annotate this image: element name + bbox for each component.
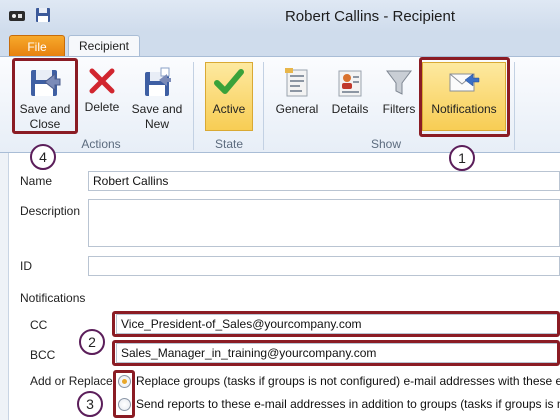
details-icon	[338, 70, 362, 97]
callout-3: 3	[77, 391, 103, 417]
title-bar: Robert Callins - Recipient	[0, 0, 560, 32]
save-and-new-button[interactable]: Save and New	[128, 66, 186, 132]
save-new-icon	[145, 67, 171, 96]
group-label-show: Show	[370, 137, 402, 151]
filters-button[interactable]: Filters	[377, 66, 421, 117]
highlight-save-close	[12, 58, 78, 134]
left-panel-edge	[0, 153, 9, 420]
ribbon-separator	[193, 62, 194, 150]
id-field[interactable]	[88, 256, 560, 276]
active-button-content[interactable]: Active	[205, 66, 253, 117]
highlight-radios	[113, 370, 135, 418]
name-field[interactable]: Robert Callins	[88, 171, 560, 191]
window-title: Robert Callins - Recipient	[284, 8, 456, 25]
general-label: General	[275, 102, 319, 116]
app-icon[interactable]	[9, 9, 25, 23]
highlight-notifications	[419, 57, 510, 137]
highlight-cc	[112, 311, 560, 337]
bcc-label: BCC	[30, 348, 56, 362]
save-new-label-1: Save and	[131, 102, 183, 116]
notifications-section-label: Notifications	[20, 291, 86, 305]
general-icon	[285, 68, 308, 97]
ribbon-separator	[514, 62, 515, 150]
general-button[interactable]: General	[270, 66, 324, 117]
details-button[interactable]: Details	[328, 66, 372, 117]
filter-funnel-icon	[386, 70, 412, 95]
group-label-actions: Actions	[81, 137, 121, 151]
delete-x-icon	[89, 68, 115, 94]
save-new-label-2: New	[144, 117, 169, 131]
highlight-bcc	[112, 340, 560, 366]
details-label: Details	[331, 102, 369, 116]
cc-label: CC	[30, 318, 48, 332]
name-label: Name	[20, 174, 53, 188]
ribbon-separator	[263, 62, 264, 150]
quick-save-icon[interactable]	[35, 7, 51, 23]
filters-label: Filters	[382, 102, 416, 116]
delete-label: Delete	[84, 100, 120, 114]
tab-file[interactable]: File	[9, 35, 65, 57]
callout-2: 2	[79, 329, 105, 355]
delete-button[interactable]: Delete	[82, 66, 122, 115]
radio-add-label[interactable]: Send reports to these e-mail addresses i…	[136, 397, 560, 411]
tab-recipient[interactable]: Recipient	[68, 35, 140, 58]
add-or-replace-label: Add or Replace	[30, 374, 113, 388]
checkmark-icon	[214, 69, 244, 94]
description-field[interactable]	[88, 199, 560, 247]
ribbon-tabs: File Recipient	[0, 32, 560, 58]
callout-4: 4	[30, 144, 56, 170]
radio-replace-label[interactable]: Replace groups (tasks if groups is not c…	[136, 374, 560, 388]
id-label: ID	[20, 259, 32, 273]
callout-1: 1	[449, 145, 475, 171]
active-label: Active	[212, 102, 246, 116]
group-label-state: State	[214, 137, 244, 151]
description-label: Description	[20, 204, 81, 218]
